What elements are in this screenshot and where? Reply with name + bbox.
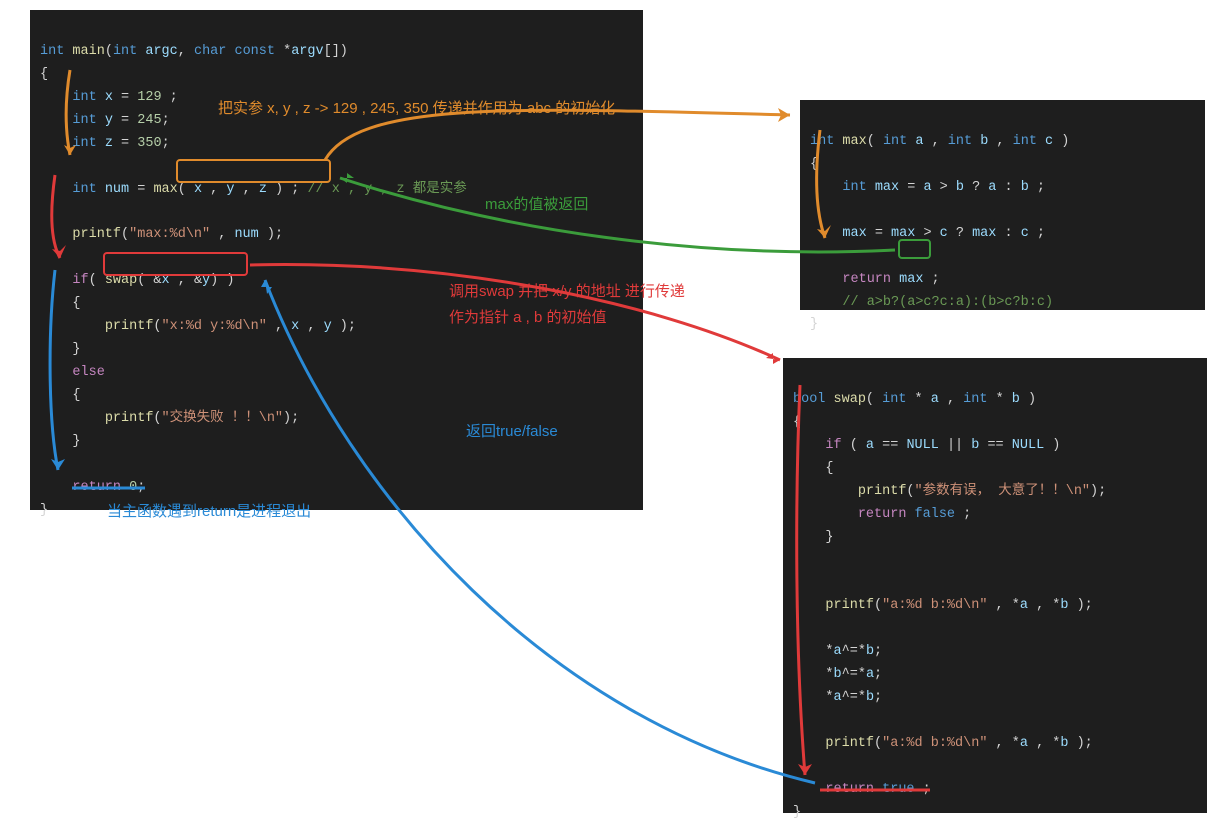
annot-red-line1: 调用swap 并把 x/y 的地址 进行传递 bbox=[449, 280, 685, 301]
annot-blue-return: 当主函数遇到return是进程退出 bbox=[107, 500, 311, 521]
swap-call-highlight bbox=[103, 252, 248, 276]
annot-orange: 把实参 x, y , z -> 129 , 245, 350 传递并作用为 ab… bbox=[218, 97, 615, 118]
max-code-panel: int max( int a , int b , int c ) { int m… bbox=[800, 100, 1205, 310]
max-call-highlight bbox=[176, 159, 331, 183]
max-return-highlight bbox=[898, 239, 931, 259]
swap-code-panel: bool swap( int * a , int * b ) { if ( a … bbox=[783, 358, 1207, 813]
annot-green: max的值被返回 bbox=[485, 193, 588, 214]
annot-blue-truefalse: 返回true/false bbox=[466, 420, 558, 441]
annot-red-line2: 作为指针 a , b 的初始值 bbox=[449, 306, 607, 327]
